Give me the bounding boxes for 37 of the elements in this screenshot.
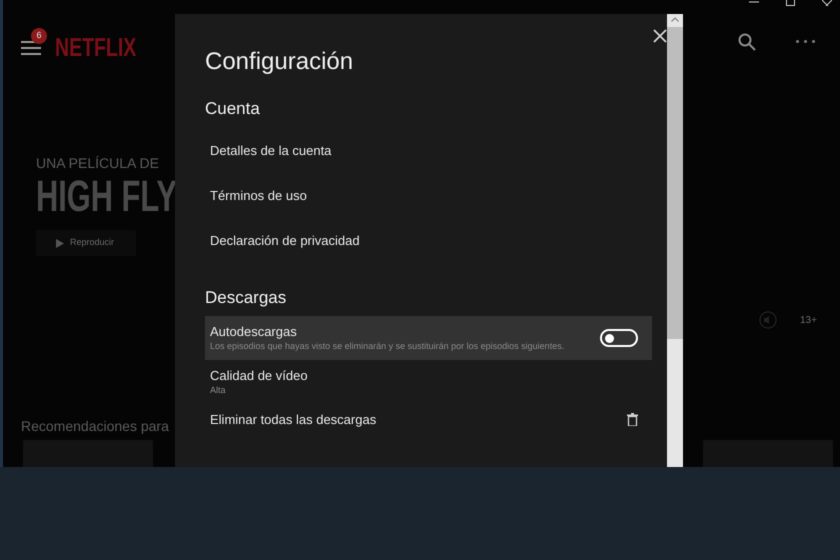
age-rating: 13+ [800, 314, 817, 328]
notification-badge: 6 [31, 28, 47, 44]
setting-label: Eliminar todas las descargas [210, 411, 376, 428]
row-title: Recomendaciones para [21, 417, 169, 436]
minimize-icon[interactable] [749, 0, 759, 4]
settings-row[interactable]: Términos de uso [205, 172, 652, 218]
settings-row[interactable]: Calidad de vídeo Alta [205, 360, 652, 404]
settings-row[interactable]: Detalles de la cuenta [205, 128, 652, 172]
hero-title: HIGH FLY [36, 174, 177, 220]
settings-row[interactable]: Eliminar todas las descargas [205, 404, 652, 435]
section-heading: Cuenta [205, 98, 260, 120]
close-icon[interactable] [653, 29, 667, 43]
scroll-up-icon[interactable] [671, 17, 679, 22]
scrollbar[interactable] [667, 14, 683, 467]
settings-row[interactable]: Autodescargas Los episodios que hayas visto se eliminarán y se sustituirán por los episodios siguientes. [205, 316, 652, 360]
setting-label: Declaración de privacidad [210, 232, 360, 248]
play-icon [56, 238, 64, 248]
setting-label: Términos de uso [210, 186, 307, 204]
settings-row[interactable]: Declaración de privacidad [205, 218, 652, 262]
trash-icon[interactable] [627, 413, 638, 426]
setting-description: Los episodios que hayas visto se eliminarán y se sustituirán por los episodios siguientes. [210, 340, 564, 353]
setting-description: Alta [210, 384, 227, 397]
search-icon[interactable] [738, 33, 756, 51]
scrollbar-thumb[interactable] [667, 27, 683, 339]
more-icon[interactable] [796, 40, 815, 43]
maximize-icon[interactable] [786, 0, 795, 6]
setting-label: Autodescargas [210, 323, 298, 340]
toggle-switch[interactable] [600, 329, 638, 347]
menu-icon[interactable] [21, 40, 41, 56]
hero-eyebrow: UNA PELÍCULA DE [36, 154, 159, 173]
settings-title: Configuración [205, 47, 354, 77]
setting-label: Detalles de la cuenta [210, 142, 332, 158]
setting-label: Calidad de vídeo [210, 367, 308, 384]
section-heading: Descargas [205, 286, 286, 308]
play-button[interactable]: Reproducir [36, 230, 136, 256]
window-close-icon[interactable] [822, 0, 832, 6]
logo: NETFLIX [55, 31, 136, 64]
